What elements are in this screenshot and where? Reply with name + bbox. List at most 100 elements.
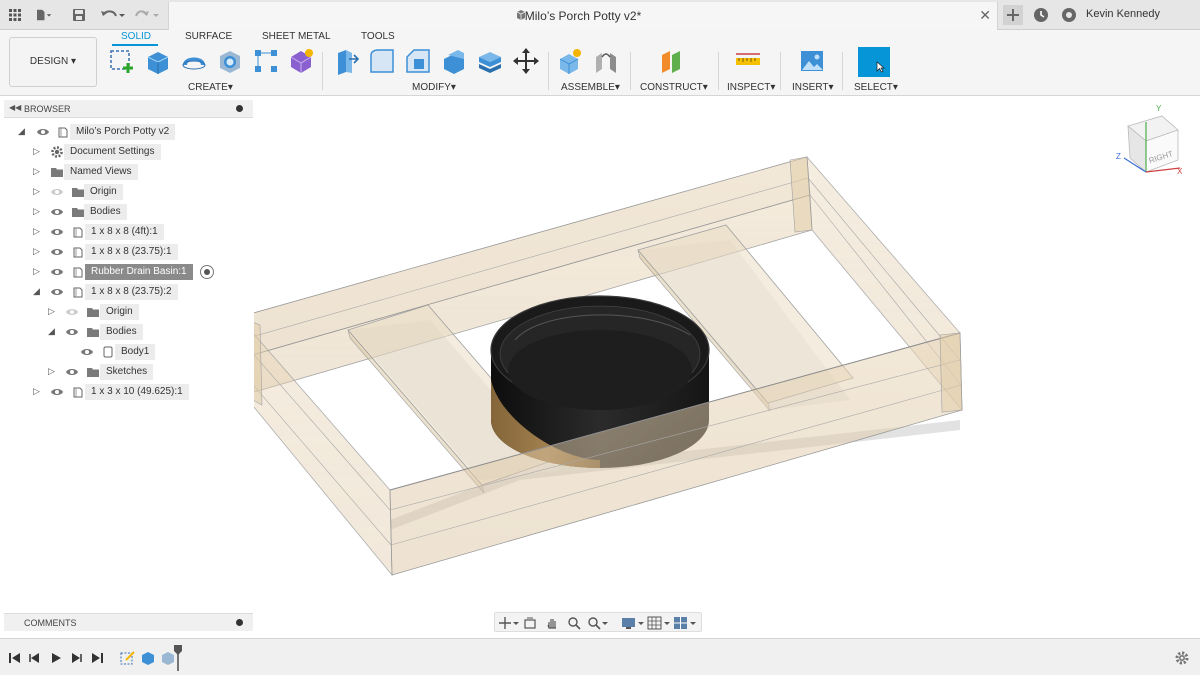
browser-panel-header[interactable]: ◀◀ BROWSER xyxy=(4,100,253,118)
fillet-icon[interactable] xyxy=(368,47,396,75)
tree-item-nested-bodies[interactable]: ◢ Bodies xyxy=(0,324,254,340)
new-component-icon[interactable] xyxy=(556,47,584,75)
close-tab-icon[interactable]: ✕ xyxy=(979,7,991,24)
visibility-eye-icon[interactable] xyxy=(50,385,64,399)
tree-item-document-settings[interactable]: ▷ Document Settings xyxy=(0,144,254,160)
hole-icon[interactable] xyxy=(216,47,244,75)
tree-item-board-23-75-1[interactable]: ▷ 1 x 8 x 8 (23.75):1 xyxy=(0,244,254,260)
expand-arrow-icon[interactable]: ◢ xyxy=(48,326,55,337)
expand-arrow-icon[interactable]: ▷ xyxy=(33,226,40,237)
tree-item-board-4ft-1[interactable]: ▷ 1 x 8 x 8 (4ft):1 xyxy=(0,224,254,240)
press-pull-icon[interactable] xyxy=(332,47,360,75)
joint-icon[interactable] xyxy=(592,47,620,75)
tree-item-root-component[interactable]: ◢ Milo’s Porch Potty v2 xyxy=(0,124,254,140)
timeline-extrude-feature-icon[interactable] xyxy=(140,650,156,666)
comments-panel-header[interactable]: COMMENTS xyxy=(4,613,253,631)
offset-plane-icon[interactable] xyxy=(658,47,686,75)
shell-icon[interactable] xyxy=(440,47,468,75)
expand-arrow-icon[interactable]: ▷ xyxy=(48,366,55,377)
tree-item-nested-origin[interactable]: ▷ Origin xyxy=(0,304,254,320)
visibility-eye-icon[interactable] xyxy=(50,225,64,239)
visibility-eye-icon[interactable] xyxy=(65,325,79,339)
move-copy-icon[interactable] xyxy=(512,47,540,75)
expand-arrow-icon[interactable]: ▷ xyxy=(48,306,55,317)
tab-solid[interactable]: SOLID xyxy=(121,31,151,42)
timeline-sketch-feature-icon[interactable] xyxy=(120,650,136,666)
tab-surface[interactable]: SURFACE xyxy=(185,31,232,42)
create-sketch-icon[interactable] xyxy=(108,47,136,75)
go-to-start-icon[interactable] xyxy=(8,651,22,665)
tab-tools[interactable]: TOOLS xyxy=(361,31,395,42)
job-status-icon[interactable] xyxy=(1032,6,1050,24)
expand-arrow-icon[interactable]: ◢ xyxy=(33,286,40,297)
extrude-icon[interactable] xyxy=(144,47,172,75)
tree-item-named-views[interactable]: ▷ Named Views xyxy=(0,164,254,180)
visibility-eye-icon[interactable] xyxy=(36,125,50,139)
assemble-menu[interactable]: ASSEMBLE▾ xyxy=(561,82,620,93)
select-tool-button[interactable] xyxy=(858,47,890,77)
file-menu-icon[interactable] xyxy=(34,6,52,24)
look-at-icon[interactable] xyxy=(523,616,537,630)
tree-item-body1[interactable]: Body1 xyxy=(0,344,254,360)
save-icon[interactable] xyxy=(70,6,88,24)
tree-item-sketches[interactable]: ▷ Sketches xyxy=(0,364,254,380)
visibility-eye-hidden-icon[interactable] xyxy=(65,305,79,319)
zoom-icon[interactable] xyxy=(567,616,581,630)
expand-arrow-icon[interactable]: ▷ xyxy=(33,166,40,177)
inspect-menu[interactable]: INSPECT▾ xyxy=(727,82,775,93)
construct-menu[interactable]: CONSTRUCT▾ xyxy=(640,82,708,93)
display-settings-icon[interactable] xyxy=(621,616,645,630)
undo-icon[interactable] xyxy=(98,6,128,24)
step-back-icon[interactable] xyxy=(28,651,42,665)
viewports-icon[interactable] xyxy=(673,616,697,630)
visibility-eye-hidden-icon[interactable] xyxy=(50,185,64,199)
redo-icon[interactable] xyxy=(132,6,162,24)
new-tab-icon[interactable] xyxy=(1003,5,1023,25)
comments-pin-icon[interactable] xyxy=(236,619,243,626)
visibility-eye-icon[interactable] xyxy=(50,265,64,279)
model-canvas[interactable]: RIGHT Y Z X xyxy=(238,96,1200,638)
select-menu[interactable]: SELECT▾ xyxy=(854,82,898,93)
expand-arrow-icon[interactable]: ▷ xyxy=(33,186,40,197)
tree-item-origin[interactable]: ▷ Origin xyxy=(0,184,254,200)
grid-snaps-icon[interactable] xyxy=(647,616,671,630)
tree-item-board-23-75-2[interactable]: ◢ 1 x 8 x 8 (23.75):2 xyxy=(0,284,254,300)
fit-icon[interactable] xyxy=(587,616,609,630)
go-to-end-icon[interactable] xyxy=(90,651,104,665)
activate-component-radio[interactable] xyxy=(200,265,214,279)
insert-image-icon[interactable] xyxy=(798,47,826,75)
pattern-icon[interactable] xyxy=(252,47,280,75)
collapse-browser-icon[interactable]: ◀◀ xyxy=(9,103,21,112)
document-tab[interactable]: Milo’s Porch Potty v2* ✕ xyxy=(168,2,998,30)
tree-item-rubber-drain-basin-1[interactable]: ▷ Rubber Drain Basin:1 xyxy=(0,264,254,280)
view-cube[interactable]: RIGHT Y Z X xyxy=(1116,104,1183,176)
notifications-icon[interactable] xyxy=(1060,6,1078,24)
step-forward-icon[interactable] xyxy=(69,651,83,665)
create-menu[interactable]: CREATE▾ xyxy=(188,82,233,93)
expand-arrow-icon[interactable]: ▷ xyxy=(33,146,40,157)
browser-pin-icon[interactable] xyxy=(236,105,243,112)
orbit-icon[interactable] xyxy=(499,616,519,630)
expand-arrow-icon[interactable]: ◢ xyxy=(18,126,25,137)
visibility-eye-icon[interactable] xyxy=(50,245,64,259)
revolve-icon[interactable] xyxy=(180,47,208,75)
tree-item-bodies[interactable]: ▷ Bodies xyxy=(0,204,254,220)
expand-arrow-icon[interactable]: ▷ xyxy=(33,266,40,277)
visibility-eye-icon[interactable] xyxy=(80,345,94,359)
timeline-settings-gear-icon[interactable] xyxy=(1174,650,1190,666)
tree-item-board-49-625-1[interactable]: ▷ 1 x 3 x 10 (49.625):1 xyxy=(0,384,254,400)
expand-arrow-icon[interactable]: ▷ xyxy=(33,206,40,217)
insert-menu[interactable]: INSERT▾ xyxy=(792,82,834,93)
measure-icon[interactable] xyxy=(734,47,762,75)
expand-arrow-icon[interactable]: ▷ xyxy=(33,246,40,257)
tab-sheet-metal[interactable]: SHEET METAL xyxy=(262,31,331,42)
user-name[interactable]: Kevin Kennedy xyxy=(1086,8,1160,20)
modify-menu[interactable]: MODIFY▾ xyxy=(412,82,456,93)
pan-icon[interactable] xyxy=(545,616,559,630)
visibility-eye-icon[interactable] xyxy=(65,365,79,379)
3d-viewport[interactable]: RIGHT Y Z X xyxy=(238,96,1200,638)
combine-icon[interactable] xyxy=(476,47,504,75)
create-form-icon[interactable] xyxy=(287,47,315,75)
visibility-eye-icon[interactable] xyxy=(50,205,64,219)
visibility-eye-icon[interactable] xyxy=(50,285,64,299)
